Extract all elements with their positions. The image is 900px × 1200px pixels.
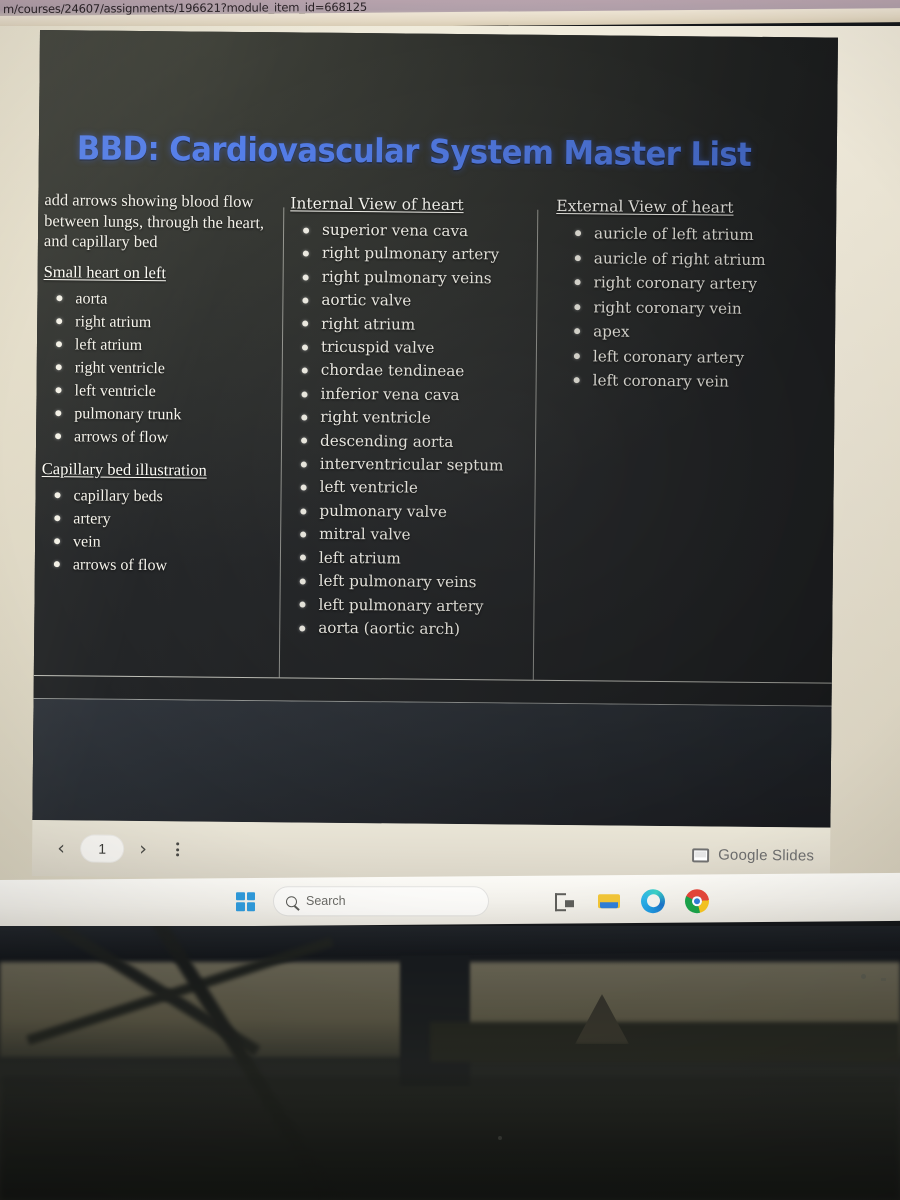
file-explorer-icon[interactable] [597,889,621,913]
search-icon [286,895,297,907]
list-item: descending aorta [288,429,538,455]
list-item: superior vena cava [290,218,540,244]
list-item: auricle of left atrium [562,221,826,248]
list-capillary-bed: capillary beds artery vein arrows of flo… [41,484,282,578]
presentation-icon [692,847,710,862]
windows-taskbar: Search [0,872,900,928]
list-internal-view: superior vena cava right pulmonary arter… [286,218,540,642]
google-slides-deck: BBD: Cardiovascular System Master List a… [31,30,838,884]
task-view-icon[interactable] [553,889,577,913]
list-item: aorta [43,287,283,312]
search-input[interactable]: Search [273,886,489,917]
list-item: right pulmonary veins [290,265,540,291]
google-chrome-icon[interactable] [685,889,709,914]
page-title: BBD: Cardiovascular System Master List [76,128,752,174]
column-left: add arrows showing blood flow between lu… [41,190,285,588]
slide-lower-area [32,698,832,828]
list-item: right ventricle [288,406,538,432]
google-slides-badge[interactable]: Google Slides [692,846,814,864]
column-left-intro: add arrows showing blood flow between lu… [43,190,265,252]
slide-columns: add arrows showing blood flow between lu… [34,190,837,688]
taskbar-icons [553,889,709,914]
search-placeholder: Search [306,894,346,909]
bezel-speck [498,1136,502,1140]
list-item: pulmonary trunk [42,402,282,427]
slide-nav-group: ‹ 1 › [32,833,192,865]
list-item: inferior vena cava [288,382,538,408]
column-internal-view: Internal View of heart superior vena cav… [286,192,540,652]
list-item: auricle of right atrium [562,246,826,273]
list-item: pulmonary valve [287,499,537,525]
list-item: right ventricle [43,356,283,381]
list-item: capillary beds [41,484,281,509]
list-item: left coronary vein [561,368,825,395]
list-item: right pulmonary artery [290,242,540,268]
column-external-heading: External View of heart [556,196,734,217]
list-item: tricuspid valve [289,335,539,361]
more-options-button[interactable] [162,834,192,864]
list-item: interventricular septum [288,452,538,478]
list-item: right atrium [43,310,283,335]
list-item: chordae tendineae [289,359,539,385]
list-item: arrows of flow [41,553,281,578]
column-left-heading-capillary-bed: Capillary bed illustration [41,458,207,480]
list-item: left pulmonary veins [287,569,537,595]
list-item: aortic valve [289,289,539,315]
column-left-heading-small-heart: Small heart on left [43,261,167,282]
list-item: arrows of flow [42,425,282,450]
presentation-slide[interactable]: BBD: Cardiovascular System Master List a… [32,30,838,828]
bezel-indicator-led [861,974,866,979]
bezel-port-marking [881,978,886,981]
photographed-monitor-scene: m/courses/24607/assignments/196621?modul… [0,0,900,1200]
slide-number-indicator[interactable]: 1 [80,834,125,863]
next-slide-icon[interactable]: › [128,834,158,864]
previous-slide-icon[interactable]: ‹ [46,833,76,863]
microsoft-edge-icon[interactable] [641,889,665,914]
list-item: vein [41,530,281,555]
column-external-view: External View of heart auricle of left a… [554,195,826,405]
list-item: right coronary vein [561,295,825,322]
list-item: mitral valve [287,523,537,549]
list-item: left ventricle [288,476,538,502]
list-item: artery [41,507,281,532]
list-external-view: auricle of left atrium auricle of right … [555,221,827,395]
windows-start-icon[interactable] [236,891,255,911]
vertical-dots-icon [175,842,179,857]
list-item: right coronary artery [561,270,825,297]
screen-reflection [0,926,900,1200]
list-item: left ventricle [42,379,282,404]
list-item: aorta (aortic arch) [286,616,536,642]
monitor-bezel [0,926,900,1200]
list-item: right atrium [289,312,539,338]
column-internal-heading: Internal View of heart [290,194,464,215]
list-item: left pulmonary artery [286,593,536,619]
list-item: left coronary artery [561,344,825,371]
list-item: apex [561,319,825,346]
list-item: left atrium [43,333,283,358]
list-item: left atrium [287,546,537,572]
list-small-heart: aorta right atrium left atrium right ven… [42,287,284,450]
google-slides-label: Google Slides [718,846,815,865]
